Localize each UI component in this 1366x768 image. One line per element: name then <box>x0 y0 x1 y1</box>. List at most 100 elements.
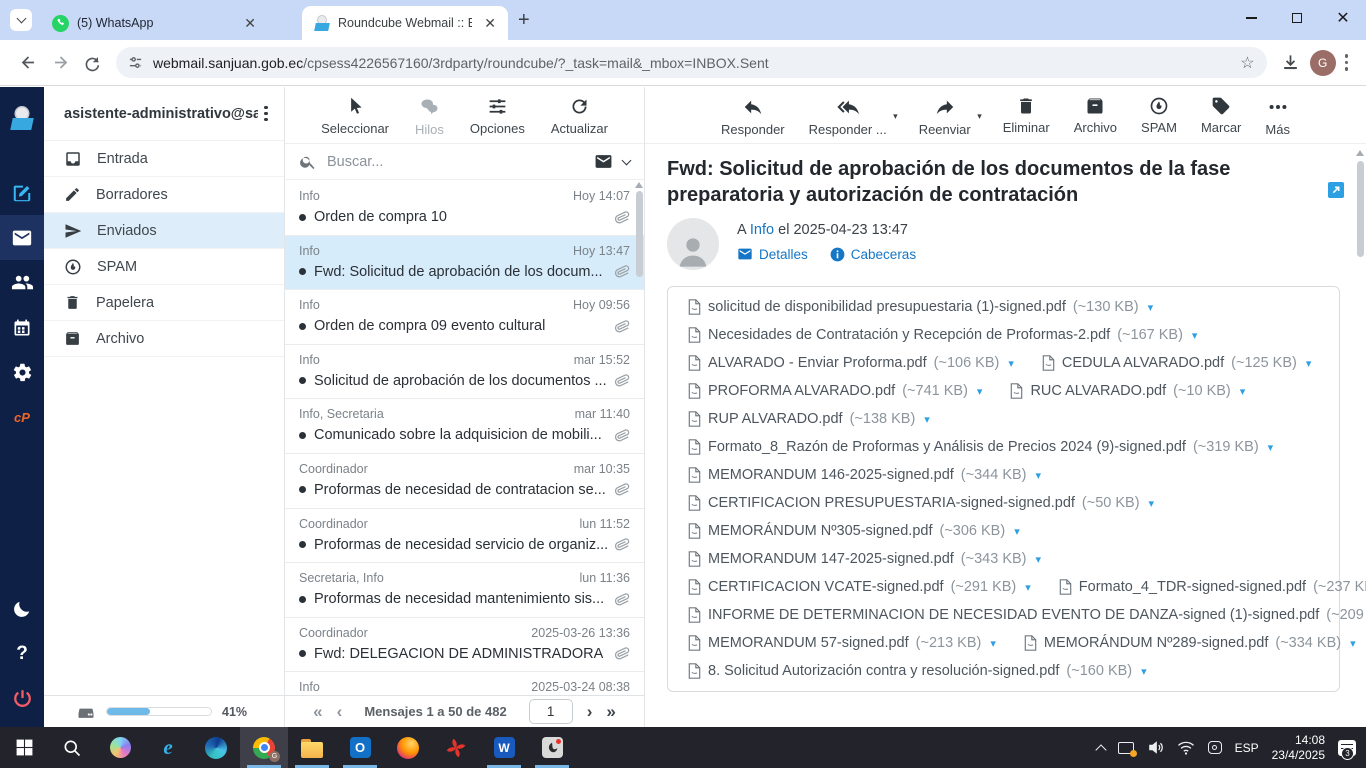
taskbar-ie-button[interactable]: e <box>144 727 192 768</box>
attachment-file[interactable]: Necesidades de Contratación y Recepción … <box>688 327 1197 343</box>
forward-button[interactable]: Reenviar ▾ <box>919 96 971 137</box>
attachment-name[interactable]: MEMORANDUM 147-2025-signed.pdf <box>708 551 954 567</box>
attachment-name[interactable]: solicitud de disponibilidad presupuestar… <box>708 299 1066 315</box>
attachment-name[interactable]: MEMORANDUM 146-2025-signed.pdf <box>708 467 954 483</box>
compose-button[interactable] <box>0 170 44 215</box>
reply-all-button[interactable]: Responder ... ▾ <box>809 96 887 137</box>
message-row[interactable]: Info, Secretariamar 11:40Comunicado sobr… <box>285 399 644 454</box>
attachment-name[interactable]: Formato_4_TDR-signed-signed.pdf <box>1079 579 1306 595</box>
page-number-input[interactable] <box>529 699 573 724</box>
account-header[interactable]: asistente-administrativo@sa... <box>44 87 284 141</box>
logout-button[interactable] <box>0 676 44 721</box>
attachment-name[interactable]: MEMORANDUM 57-signed.pdf <box>708 635 909 651</box>
attachment-name[interactable]: Formato_8_Razón de Proformas y Análisis … <box>708 439 1186 455</box>
calendar-nav-button[interactable] <box>0 305 44 350</box>
attachment-name[interactable]: 8. Solicitud Autorización contra y resol… <box>708 663 1059 679</box>
mail-nav-button[interactable] <box>0 215 44 260</box>
message-row[interactable]: InfoHoy 14:07Orden de compra 10 <box>285 181 644 236</box>
search-input[interactable] <box>327 154 584 170</box>
tab-roundcube[interactable]: Roundcube Webmail :: Enviados ✕ <box>302 6 508 40</box>
folder-enviados[interactable]: Enviados <box>44 213 284 249</box>
close-window-button[interactable]: ✕ <box>1320 0 1366 36</box>
attachment-name[interactable]: CERTIFICACION VCATE-signed.pdf <box>708 579 944 595</box>
list-scroll-up-icon[interactable] <box>635 182 643 188</box>
search-scope-icon[interactable] <box>594 152 613 171</box>
threads-button[interactable]: Hilos <box>415 96 444 137</box>
taskbar-word-button[interactable]: W <box>480 727 528 768</box>
attachment-file[interactable]: RUP ALVARADO.pdf(~138 KB)▾ <box>688 411 930 427</box>
spam-button[interactable]: SPAM <box>1141 96 1177 135</box>
message-row[interactable]: Coordinador2025-03-26 13:36Fwd: DELEGACI… <box>285 618 644 673</box>
taskbar-chrome-button[interactable]: G <box>240 727 288 768</box>
new-tab-button[interactable]: + <box>518 9 530 32</box>
clock[interactable]: 14:08 23/4/2025 <box>1272 733 1325 763</box>
folder-entrada[interactable]: Entrada <box>44 141 284 177</box>
attachment-name[interactable]: ALVARADO - Enviar Proforma.pdf <box>708 355 927 371</box>
list-scrollbar[interactable] <box>636 191 643 277</box>
notification-center-icon[interactable]: 3 <box>1338 740 1356 756</box>
message-row[interactable]: Infomar 15:52Solicitud de aprobación de … <box>285 345 644 400</box>
attachment-name[interactable]: Necesidades de Contratación y Recepción … <box>708 327 1110 343</box>
attachment-name[interactable]: CEDULA ALVARADO.pdf <box>1062 355 1224 371</box>
attachment-menu-icon[interactable]: ▾ <box>1036 553 1042 566</box>
attachment-menu-icon[interactable]: ▾ <box>1268 441 1274 454</box>
headers-link[interactable]: Cabeceras <box>830 247 916 262</box>
folder-menu-icon[interactable] <box>258 102 274 126</box>
start-button[interactable] <box>0 727 48 768</box>
attachment-name[interactable]: MEMORÁNDUM Nº305-signed.pdf <box>708 523 932 539</box>
taskbar-acrobat-button[interactable] <box>432 727 480 768</box>
attachment-file[interactable]: CERTIFICACION VCATE-signed.pdf(~291 KB)▾ <box>688 579 1031 595</box>
folder-spam[interactable]: SPAM <box>44 249 284 285</box>
attachment-menu-icon[interactable]: ▾ <box>1148 301 1154 314</box>
attachment-file[interactable]: RUC ALVARADO.pdf(~10 KB)▾ <box>1010 383 1245 399</box>
language-indicator[interactable]: ESP <box>1235 741 1259 755</box>
site-settings-icon[interactable] <box>128 55 143 70</box>
refresh-button[interactable]: Actualizar <box>551 96 608 136</box>
attachment-menu-icon[interactable]: ▾ <box>990 637 996 650</box>
help-button[interactable]: ? <box>0 631 44 676</box>
tab-search-button[interactable] <box>10 9 32 31</box>
wifi-icon[interactable] <box>1177 739 1195 757</box>
attachment-file[interactable]: solicitud de disponibilidad presupuestar… <box>688 299 1153 315</box>
taskbar-edge-button[interactable] <box>192 727 240 768</box>
attachment-file[interactable]: MEMORANDUM 147-2025-signed.pdf(~343 KB)▾ <box>688 551 1041 567</box>
attachment-file[interactable]: CERTIFICACION PRESUPUESTARIA-signed-sign… <box>688 495 1154 511</box>
next-page-button[interactable]: › <box>587 703 593 720</box>
mail-scrollbar[interactable] <box>1357 161 1364 257</box>
open-in-new-icon[interactable] <box>1328 182 1344 198</box>
attachment-name[interactable]: INFORME DE DETERMINACION DE NECESIDAD EV… <box>708 607 1319 623</box>
attachment-file[interactable]: MEMORANDUM 57-signed.pdf(~213 KB)▾ <box>688 635 996 651</box>
address-bar[interactable]: webmail.sanjuan.gob.ec/cpsess4226567160/… <box>116 47 1267 78</box>
message-row[interactable]: InfoHoy 09:56Orden de compra 09 evento c… <box>285 290 644 345</box>
message-row[interactable]: Coordinadorlun 11:52Proformas de necesid… <box>285 509 644 564</box>
cpanel-button[interactable]: cP <box>0 395 44 440</box>
message-row[interactable]: Secretaria, Infolun 11:36Proformas de ne… <box>285 563 644 618</box>
search-options-icon[interactable] <box>622 155 632 165</box>
last-page-button[interactable]: » <box>606 703 615 720</box>
message-row[interactable]: Info2025-03-24 08:38 <box>285 672 644 695</box>
folder-borradores[interactable]: Borradores <box>44 177 284 213</box>
taskbar-outlook-button[interactable]: O <box>336 727 384 768</box>
attachment-file[interactable]: 8. Solicitud Autorización contra y resol… <box>688 663 1147 679</box>
attachment-name[interactable]: PROFORMA ALVARADO.pdf <box>708 383 895 399</box>
attachment-file[interactable]: MEMORANDUM 146-2025-signed.pdf(~344 KB)▾ <box>688 467 1041 483</box>
attachment-menu-icon[interactable]: ▾ <box>1149 497 1155 510</box>
attachment-file[interactable]: PROFORMA ALVARADO.pdf(~741 KB)▾ <box>688 383 982 399</box>
tray-app-icon[interactable] <box>1208 741 1222 754</box>
reply-all-menu-icon[interactable]: ▾ <box>893 111 898 122</box>
attachment-menu-icon[interactable]: ▾ <box>1008 357 1014 370</box>
attachment-file[interactable]: INFORME DE DETERMINACION DE NECESIDAD EV… <box>688 607 1366 623</box>
settings-nav-button[interactable] <box>0 350 44 395</box>
attachment-menu-icon[interactable]: ▾ <box>924 413 930 426</box>
attachment-menu-icon[interactable]: ▾ <box>1306 357 1312 370</box>
attachment-file[interactable]: Formato_4_TDR-signed-signed.pdf(~237 KB)… <box>1059 579 1366 595</box>
attachment-name[interactable]: MEMORÁNDUM Nº289-signed.pdf <box>1044 635 1268 651</box>
mail-scroll-up-icon[interactable] <box>1356 150 1364 156</box>
attachment-file[interactable]: MEMORÁNDUM Nº289-signed.pdf(~334 KB)▾ <box>1024 635 1356 651</box>
attachment-menu-icon[interactable]: ▾ <box>1141 665 1147 678</box>
speaker-icon[interactable] <box>1147 739 1164 756</box>
forward-button[interactable] <box>44 47 76 79</box>
attachment-menu-icon[interactable]: ▾ <box>1036 469 1042 482</box>
minimize-button[interactable] <box>1228 0 1274 36</box>
attachment-menu-icon[interactable]: ▾ <box>1014 525 1020 538</box>
